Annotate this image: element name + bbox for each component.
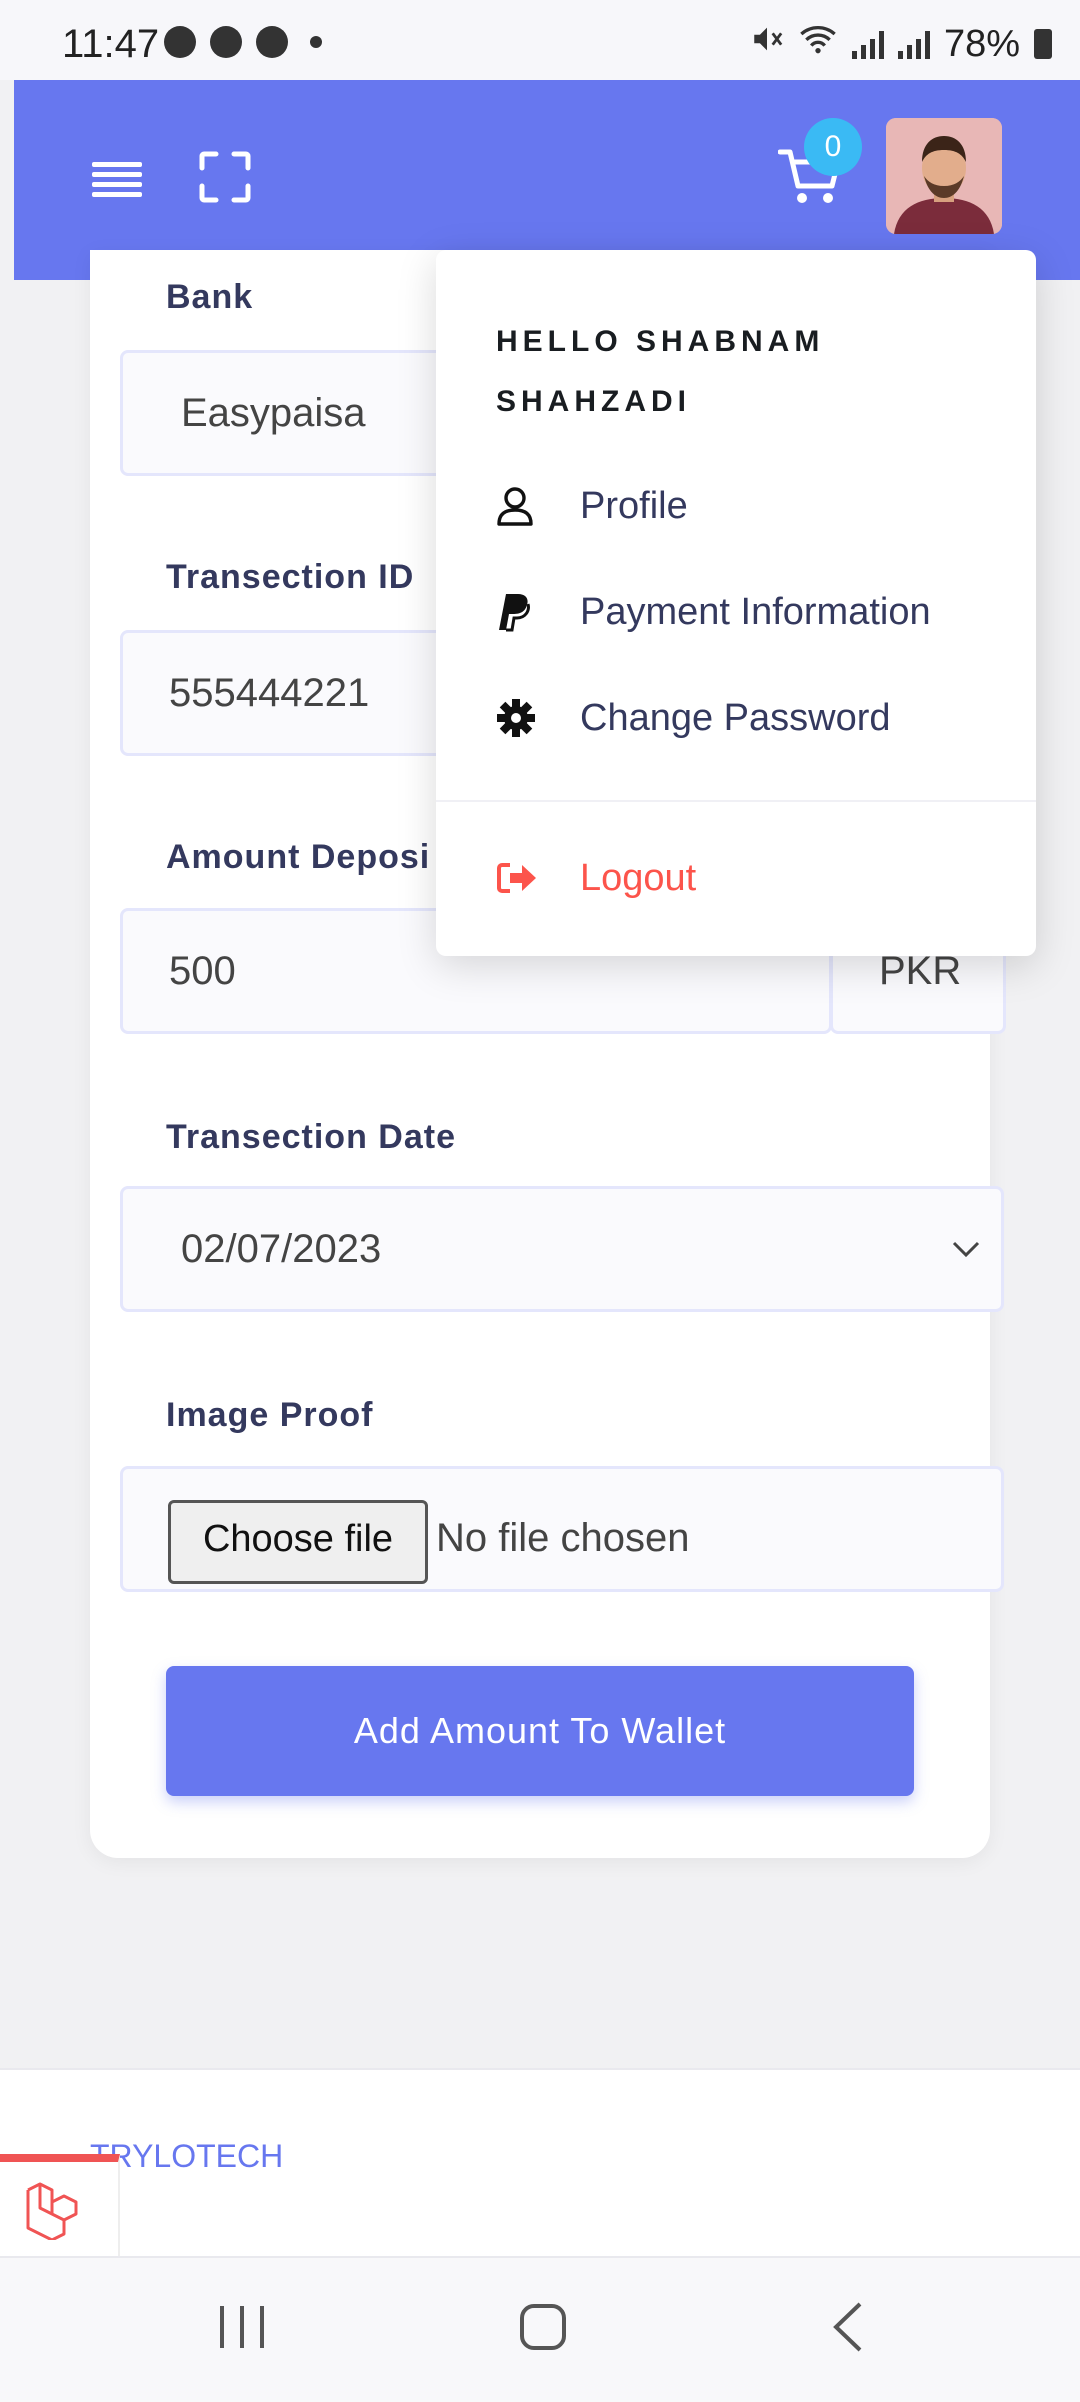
cart-count-badge: 0 <box>804 118 862 176</box>
dropdown-item-change-password[interactable]: Change Password <box>496 678 1016 758</box>
dropdown-item-label: Payment Information <box>580 590 931 633</box>
dropdown-item-label: Profile <box>580 484 688 527</box>
dropdown-greeting: HELLO SHABNAM SHAHZADI <box>496 325 825 418</box>
dropdown-item-label: Change Password <box>580 696 891 739</box>
transaction-date-input[interactable]: 02/07/2023 <box>120 1186 1004 1312</box>
bank-value: Easypaisa <box>181 391 366 435</box>
status-time: 11:47 <box>62 22 160 66</box>
dropdown-divider <box>436 800 1036 802</box>
signal-icon-2 <box>897 29 930 59</box>
logout-icon <box>496 861 556 895</box>
dropdown-item-profile[interactable]: Profile <box>496 466 1016 546</box>
gear-icon <box>496 698 556 738</box>
mute-icon <box>750 22 784 66</box>
laravel-logo-icon <box>0 2154 120 2262</box>
more-notifications-icon <box>310 36 322 48</box>
battery-percent: 78% <box>943 22 1020 65</box>
wifi-icon <box>798 22 838 66</box>
back-icon[interactable] <box>830 2300 864 2359</box>
transaction-date-value: 02/07/2023 <box>181 1227 382 1271</box>
user-avatar[interactable] <box>886 118 1002 234</box>
transaction-id-value: 555444221 <box>169 671 370 715</box>
choose-file-button[interactable]: Choose file <box>168 1500 428 1584</box>
logout-label: Logout <box>580 856 697 899</box>
add-amount-button[interactable]: Add Amount To Wallet <box>166 1666 914 1796</box>
image-proof-label: Image Proof <box>166 1396 374 1434</box>
logout-button[interactable]: Logout <box>496 838 1016 918</box>
file-status: No file chosen <box>436 1516 690 1560</box>
hamburger-menu-icon[interactable] <box>92 162 142 198</box>
home-icon[interactable] <box>518 2302 568 2357</box>
bank-label: Bank <box>166 278 254 316</box>
battery-icon <box>1034 29 1052 59</box>
transaction-id-label: Transection ID <box>166 558 415 596</box>
chevron-down-icon <box>952 1241 980 1258</box>
amount-value: 500 <box>169 949 236 993</box>
fullscreen-icon[interactable] <box>198 150 252 204</box>
recent-apps-icon[interactable] <box>218 2304 268 2355</box>
paypal-icon <box>496 592 556 632</box>
transaction-date-label: Transection Date <box>166 1118 456 1156</box>
system-status: 78% <box>750 22 1052 66</box>
chat-icon <box>164 26 196 58</box>
notification-icons <box>164 26 322 58</box>
dropdown-item-payment-information[interactable]: Payment Information <box>496 572 1016 652</box>
facebook-icon <box>256 26 288 58</box>
amount-label: Amount Deposi <box>166 838 431 876</box>
app-notification-icon <box>210 26 242 58</box>
signal-icon <box>851 29 884 59</box>
user-icon <box>496 486 556 526</box>
